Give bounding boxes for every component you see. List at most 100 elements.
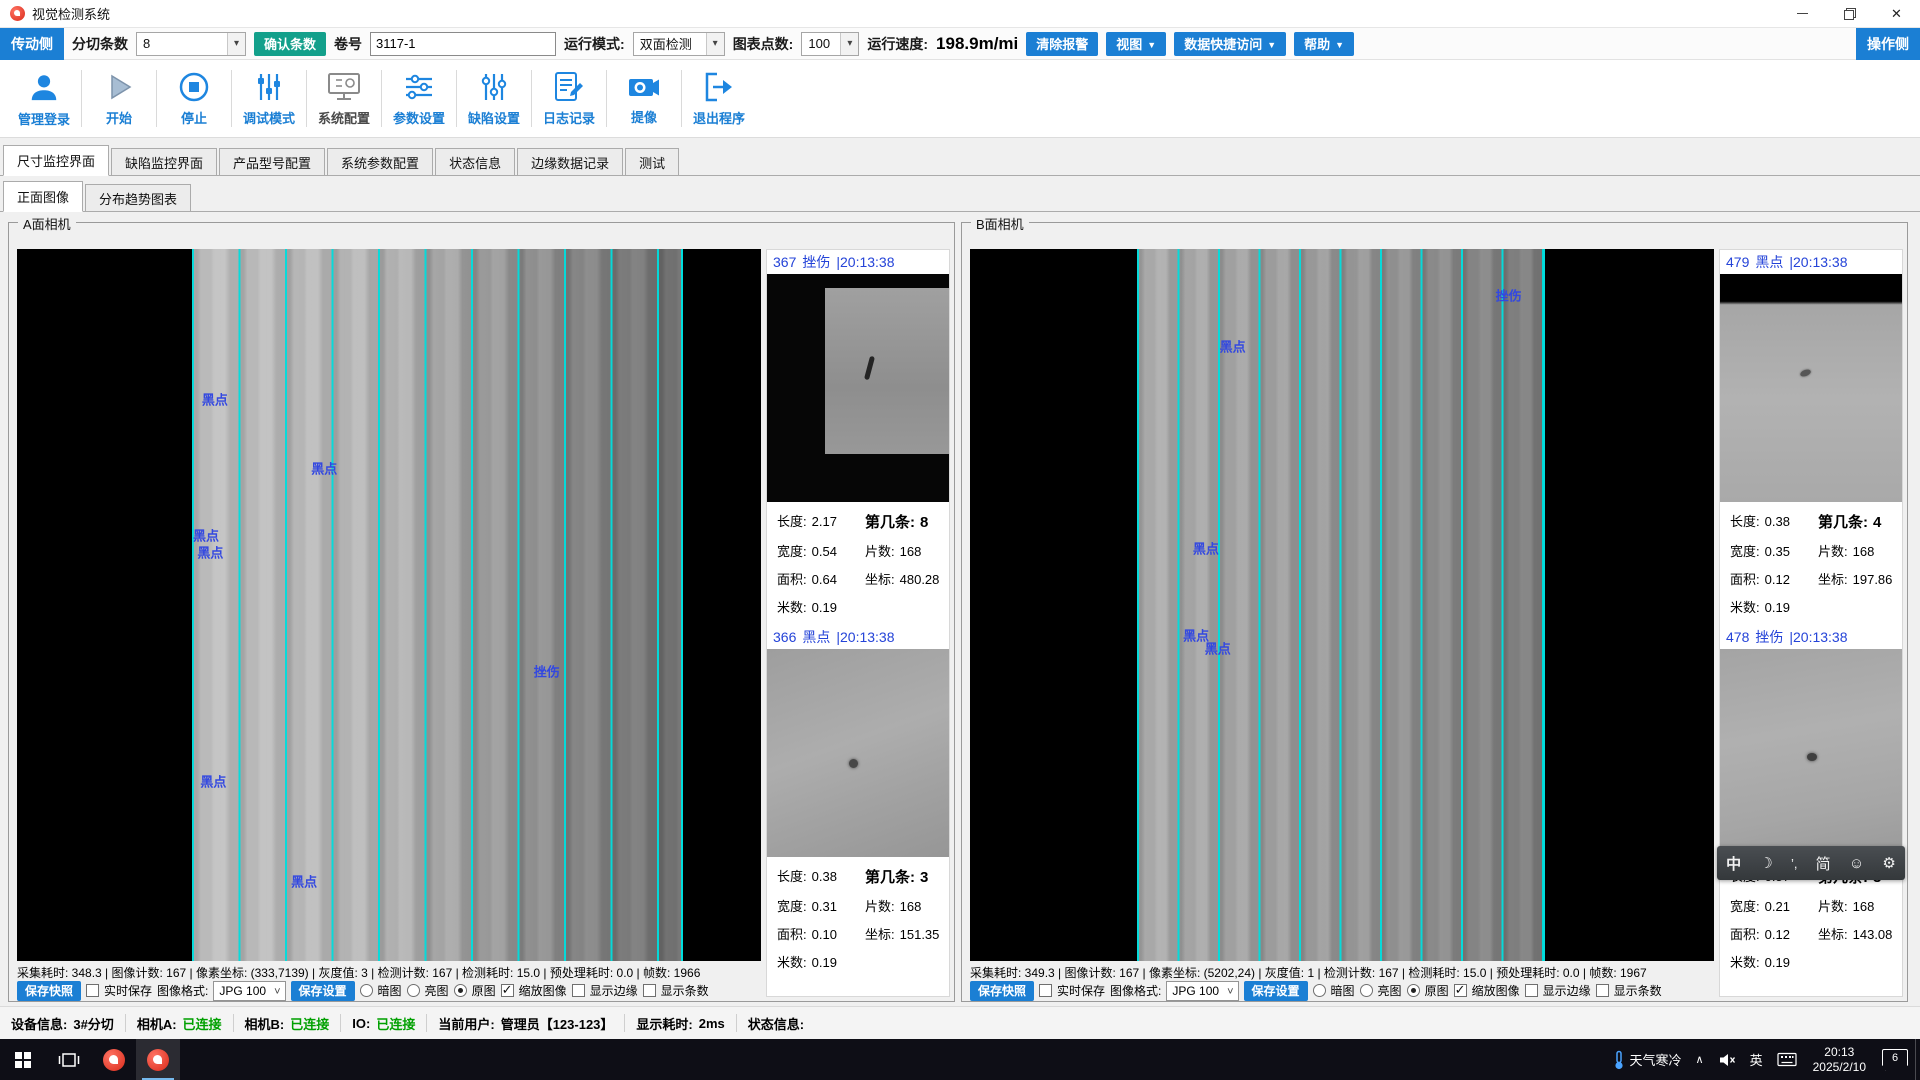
- show-edge-checkbox[interactable]: [572, 984, 585, 997]
- minimize-button[interactable]: [1779, 0, 1826, 27]
- status-info-label: 状态信息:: [748, 1014, 804, 1033]
- ime-simplified-toggle[interactable]: 简: [1816, 853, 1831, 874]
- current-user-value: 管理员【123-123】: [501, 1014, 614, 1033]
- realtime-save-checkbox[interactable]: [1039, 984, 1052, 997]
- toolbar-separator: [381, 70, 382, 127]
- tab-system-param-config[interactable]: 系统参数配置: [327, 148, 433, 175]
- notification-badge: 6: [1882, 1049, 1908, 1071]
- chevron-down-icon[interactable]: [706, 33, 724, 55]
- restore-button[interactable]: [1826, 0, 1873, 27]
- stat-label: 宽度:: [777, 896, 807, 915]
- log-pencil-icon: [553, 71, 585, 103]
- tool-exit-program[interactable]: 退出程序: [683, 60, 755, 137]
- save-snapshot-button[interactable]: 保存快照: [970, 981, 1034, 1001]
- tool-capture-image[interactable]: 提像: [608, 60, 680, 137]
- tab-edge-data-record[interactable]: 边缘数据记录: [517, 148, 623, 175]
- tool-defect-settings[interactable]: 缺陷设置: [458, 60, 530, 137]
- tab-product-model-config[interactable]: 产品型号配置: [219, 148, 325, 175]
- tab-defect-monitor[interactable]: 缺陷监控界面: [111, 148, 217, 175]
- defect-card[interactable]: 478 挫伤 |20:13:38 长度:0.57 第几条:3 宽度:0.21 片…: [1720, 625, 1902, 971]
- toolbar-separator: [81, 70, 82, 127]
- realtime-save-checkbox[interactable]: [86, 984, 99, 997]
- save-settings-button[interactable]: 保存设置: [291, 981, 355, 1001]
- tab-distribution-trend-chart[interactable]: 分布趋势图表: [85, 184, 191, 211]
- taskbar-app-vision-system[interactable]: [92, 1039, 136, 1080]
- tool-system-config[interactable]: 系统配置: [308, 60, 380, 137]
- bright-image-radio[interactable]: [407, 984, 420, 997]
- stat-label: 第几条:: [865, 866, 915, 887]
- defect-thumbnail: [1720, 649, 1902, 857]
- touch-keyboard-button[interactable]: [1770, 1039, 1804, 1080]
- ime-fullwidth-moon-icon[interactable]: [1759, 854, 1772, 872]
- run-mode-select[interactable]: 双面检测: [633, 32, 725, 56]
- tab-front-image[interactable]: 正面图像: [3, 181, 83, 212]
- view-menu-button[interactable]: 视图: [1106, 32, 1166, 56]
- data-quick-access-menu-button[interactable]: 数据快捷访问: [1174, 32, 1286, 56]
- chart-points-select[interactable]: 100: [801, 32, 859, 56]
- show-edge-checkbox[interactable]: [1525, 984, 1538, 997]
- original-image-radio[interactable]: [454, 984, 467, 997]
- confirm-count-button[interactable]: 确认条数: [254, 32, 326, 56]
- save-snapshot-button[interactable]: 保存快照: [17, 981, 81, 1001]
- tool-param-settings[interactable]: 参数设置: [383, 60, 455, 137]
- show-strips-label: 显示条数: [1614, 982, 1662, 999]
- close-button[interactable]: ✕: [1873, 0, 1920, 27]
- dark-image-radio[interactable]: [360, 984, 373, 997]
- save-settings-button[interactable]: 保存设置: [1244, 981, 1308, 1001]
- image-format-select[interactable]: JPG 100: [1166, 981, 1238, 1001]
- start-button[interactable]: [0, 1039, 46, 1080]
- bright-image-radio[interactable]: [1360, 984, 1373, 997]
- operate-side-button[interactable]: 操作侧: [1856, 28, 1920, 60]
- toolbar-separator: [156, 70, 157, 127]
- show-strips-checkbox[interactable]: [643, 984, 656, 997]
- show-desktop-button[interactable]: [1915, 1039, 1920, 1080]
- weather-widget[interactable]: 天气寒冷: [1605, 1039, 1689, 1080]
- chevron-down-icon: [1335, 36, 1344, 51]
- zoom-image-checkbox[interactable]: [501, 984, 514, 997]
- tool-stop[interactable]: 停止: [158, 60, 230, 137]
- action-center-button[interactable]: 6: [1875, 1039, 1915, 1080]
- drive-side-button[interactable]: 传动侧: [0, 28, 64, 60]
- defect-time: |20:13:38: [836, 629, 894, 645]
- defect-time: |20:13:38: [1789, 629, 1847, 645]
- ime-lang-toggle[interactable]: 中: [1726, 853, 1741, 874]
- help-menu-button[interactable]: 帮助: [1294, 32, 1354, 56]
- stat-value: 0.12: [1765, 927, 1790, 942]
- defect-card[interactable]: 367 挫伤 |20:13:38 长度:2.17 第几条:8 宽度:0.54 片…: [767, 250, 949, 616]
- defect-type: 挫伤: [802, 252, 830, 272]
- tab-test[interactable]: 测试: [625, 148, 679, 175]
- taskbar-clock[interactable]: 20:13 2025/2/10: [1804, 1045, 1875, 1075]
- show-strips-checkbox[interactable]: [1596, 984, 1609, 997]
- language-indicator[interactable]: 英: [1743, 1039, 1770, 1080]
- task-view-button[interactable]: [46, 1039, 92, 1080]
- tool-log-record[interactable]: 日志记录: [533, 60, 605, 137]
- tab-size-monitor[interactable]: 尺寸监控界面: [3, 145, 109, 176]
- stat-value: 168: [1853, 899, 1875, 914]
- ime-settings-gear-icon[interactable]: [1882, 854, 1895, 872]
- chevron-down-icon[interactable]: [227, 33, 245, 55]
- chevron-down-icon[interactable]: [840, 33, 858, 55]
- camera-b-stats-line: 采集耗时: 349.3 | 图像计数: 167 | 像素坐标: (5202,24…: [970, 964, 1714, 981]
- stat-label: 宽度:: [1730, 541, 1760, 560]
- defect-card[interactable]: 479 黑点 |20:13:38 长度:0.38 第几条:4 宽度:0.35 片…: [1720, 250, 1902, 616]
- stat-value: 197.86: [1853, 572, 1893, 587]
- status-bar: 设备信息:3#分切 相机A:已连接 相机B:已连接 IO:已连接 当前用户:管理…: [0, 1006, 1920, 1039]
- clear-alarm-button[interactable]: 清除报警: [1026, 32, 1098, 56]
- roll-number-input[interactable]: [370, 32, 556, 56]
- tool-start[interactable]: 开始: [83, 60, 155, 137]
- ime-emoji-icon[interactable]: [1849, 855, 1864, 872]
- defect-card[interactable]: 366 黑点 |20:13:38 长度:0.38 第几条:3 宽度:0.31 片…: [767, 625, 949, 971]
- original-image-radio[interactable]: [1407, 984, 1420, 997]
- tool-debug-mode[interactable]: 调试模式: [233, 60, 305, 137]
- tool-admin-login[interactable]: 管理登录: [8, 60, 80, 137]
- tab-status-info[interactable]: 状态信息: [435, 148, 515, 175]
- image-format-select[interactable]: JPG 100: [213, 981, 285, 1001]
- dark-image-radio[interactable]: [1313, 984, 1326, 997]
- params-sliders-icon: [403, 71, 435, 103]
- slit-count-select[interactable]: 8: [136, 32, 246, 56]
- tray-expand-button[interactable]: [1689, 1039, 1711, 1080]
- volume-muted-button[interactable]: [1711, 1039, 1743, 1080]
- zoom-image-checkbox[interactable]: [1454, 984, 1467, 997]
- taskbar-app-vision-system-active[interactable]: [136, 1039, 180, 1080]
- ime-punctuation-toggle[interactable]: ’,: [1791, 856, 1798, 871]
